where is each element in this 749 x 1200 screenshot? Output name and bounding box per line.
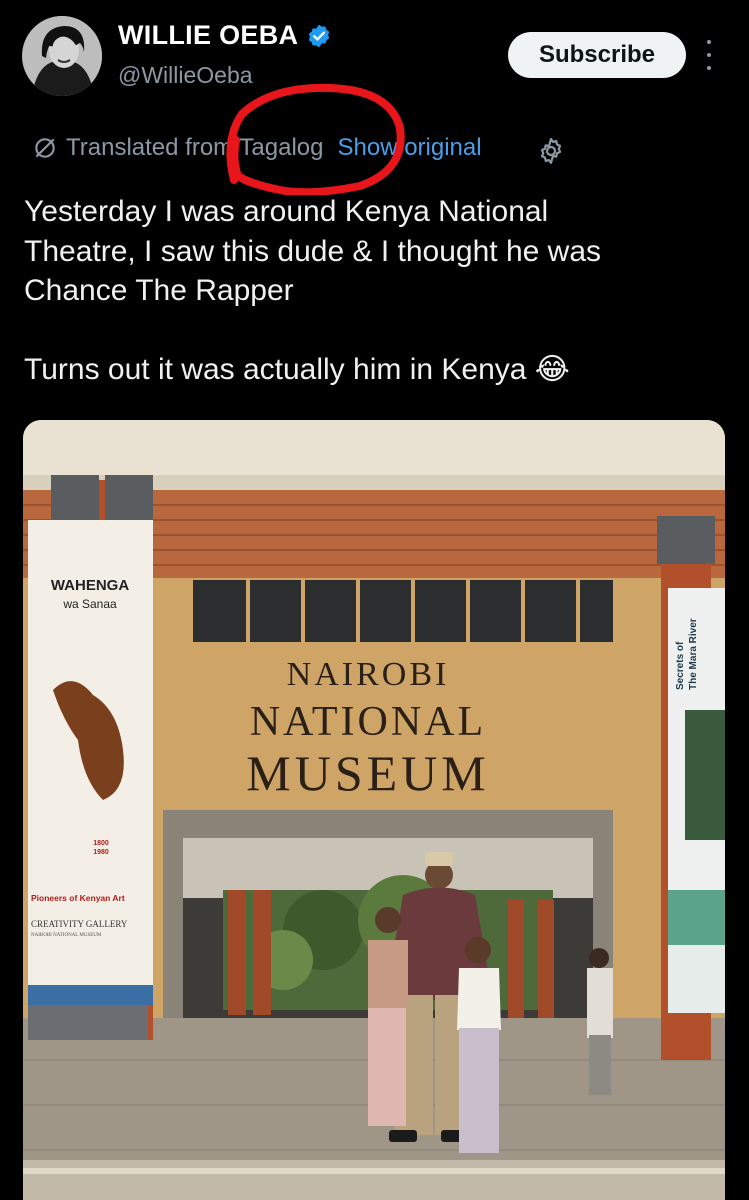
- more-options-icon[interactable]: [700, 40, 718, 70]
- banner-left-years-2: 1980: [93, 849, 109, 856]
- banner-left-subtitle: wa Sanaa: [62, 597, 117, 611]
- banner-right-title-1: Secrets of: [675, 641, 686, 690]
- author-name[interactable]: WILLIE OEBA: [118, 20, 298, 51]
- verified-badge-icon: [306, 23, 332, 49]
- translation-label: Translated from Tagalog: [66, 134, 324, 161]
- post-photo[interactable]: NAIROBI NATIONAL MUSEUM WAHENGA wa Sanaa…: [23, 420, 725, 1200]
- post-text: Yesterday I was around Kenya National Th…: [24, 195, 602, 386]
- sign-line-2: NATIONAL: [250, 699, 486, 745]
- author-handle[interactable]: @WillieOeba: [118, 62, 253, 89]
- avatar[interactable]: [22, 16, 102, 96]
- sign-line-1: NAIROBI: [287, 656, 450, 693]
- sign-line-3: MUSEUM: [246, 745, 489, 801]
- translation-notice: Translated from Tagalog Show original: [32, 134, 482, 162]
- banner-left-gallery: CREATIVITY GALLERY: [31, 919, 128, 929]
- translate-icon: [32, 135, 58, 161]
- banner-left-title: WAHENGA: [51, 577, 130, 594]
- banner-right-title-2: The Mara River: [688, 618, 699, 690]
- gear-icon[interactable]: [536, 136, 566, 171]
- banner-left-museum: NAIROBI NATIONAL MUSEUM: [31, 933, 102, 938]
- banner-left-caption: Pioneers of Kenyan Art: [31, 893, 125, 903]
- banner-left-years-1: 1800: [93, 840, 109, 847]
- show-original-link[interactable]: Show original: [337, 134, 481, 162]
- subscribe-button[interactable]: Subscribe: [508, 32, 686, 78]
